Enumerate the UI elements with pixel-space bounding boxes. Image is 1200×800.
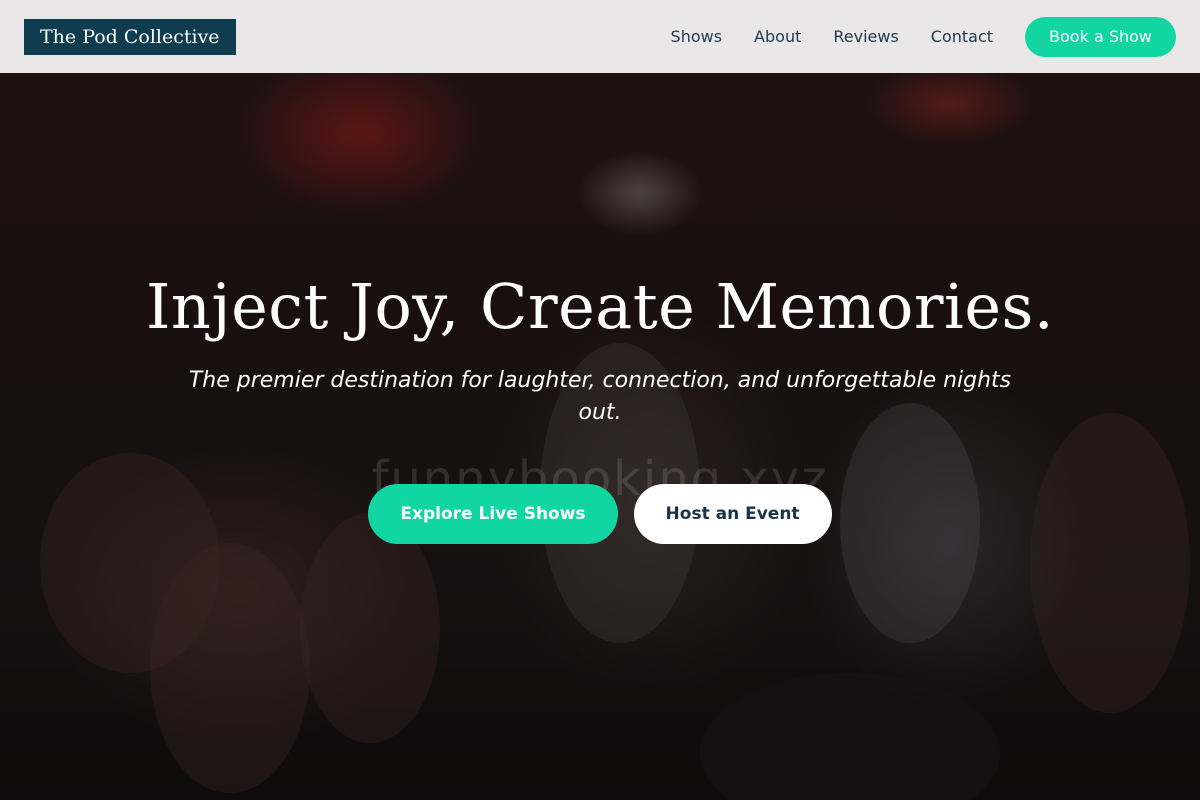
- explore-live-shows-button[interactable]: Explore Live Shows: [368, 484, 618, 544]
- nav-link-shows[interactable]: Shows: [671, 27, 723, 46]
- hero-subtitle: The premier destination for laughter, co…: [188, 368, 1012, 425]
- hero-buttons: Explore Live Shows Host an Event: [368, 484, 832, 544]
- hero-title: Inject Joy, Create Memories.: [145, 270, 1055, 343]
- book-show-button[interactable]: Book a Show: [1025, 16, 1176, 57]
- site-header: The Pod Collective Shows About Reviews C…: [0, 0, 1200, 73]
- host-event-button[interactable]: Host an Event: [633, 484, 832, 544]
- nav-link-about[interactable]: About: [754, 27, 801, 46]
- nav-link-contact[interactable]: Contact: [931, 27, 993, 46]
- site-logo[interactable]: The Pod Collective: [24, 18, 236, 55]
- hero-content: Inject Joy, Create Memories. The premier…: [0, 73, 1200, 800]
- nav-link-reviews[interactable]: Reviews: [833, 27, 898, 46]
- hero-section: funnybooking.xyz Inject Joy, Create Memo…: [0, 73, 1200, 800]
- main-nav: Shows About Reviews Contact Book a Show: [671, 16, 1176, 57]
